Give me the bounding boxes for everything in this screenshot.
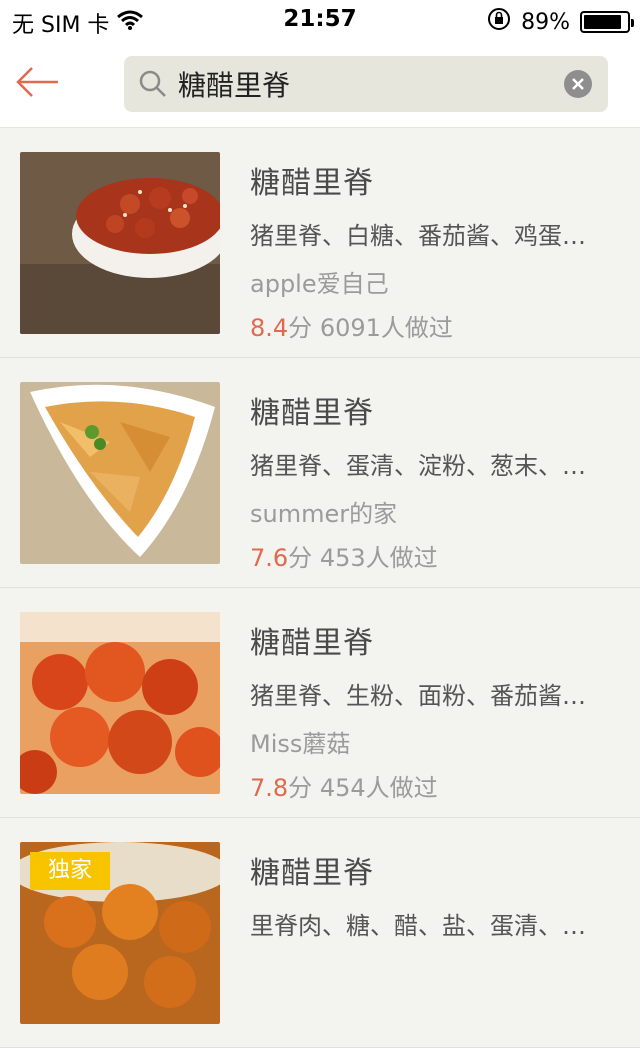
battery-icon — [580, 11, 634, 33]
recipe-item[interactable]: 糖醋里脊 猪里脊、白糖、番茄酱、鸡蛋、淀粉 apple爱自己 8.4分 6091… — [0, 128, 640, 358]
recipe-list: 糖醋里脊 猪里脊、白糖、番茄酱、鸡蛋、淀粉 apple爱自己 8.4分 6091… — [0, 128, 640, 1048]
back-button[interactable] — [16, 64, 60, 100]
recipe-item[interactable]: 糖醋里脊 猪里脊、蛋清、淀粉、葱末、姜末 summer的家 7.6分 453人做… — [0, 358, 640, 588]
recipe-ingredients: 猪里脊、蛋清、淀粉、葱末、姜末 — [250, 452, 600, 480]
recipe-author: apple爱自己 — [250, 270, 389, 298]
rotation-lock-icon — [487, 7, 511, 37]
score-unit: 分 — [288, 314, 313, 342]
recipe-title: 糖醋里脊 — [250, 626, 374, 661]
score-unit: 分 — [288, 774, 313, 802]
recipe-stats: 7.6分 453人做过 — [250, 538, 438, 573]
search-input[interactable] — [178, 64, 548, 104]
battery-level — [584, 15, 622, 29]
recipe-score: 7.8 — [250, 774, 289, 802]
recipe-title: 糖醋里脊 — [250, 856, 374, 891]
recipe-title: 糖醋里脊 — [250, 396, 374, 431]
recipe-ingredients: 猪里脊、白糖、番茄酱、鸡蛋、淀粉 — [250, 222, 600, 250]
recipe-thumbnail — [20, 382, 220, 564]
recipe-thumbnail: 独家 — [20, 842, 220, 1024]
clear-icon — [572, 78, 584, 90]
clear-search-button[interactable] — [564, 70, 592, 98]
search-icon — [138, 69, 168, 99]
battery-percent: 89% — [521, 9, 570, 35]
recipe-stats: 7.8分 454人做过 — [250, 768, 438, 803]
recipe-ingredients: 猪里脊、生粉、面粉、番茄酱、白糖 — [250, 682, 600, 710]
status-right: 89% — [487, 7, 634, 37]
recipe-thumbnail — [20, 612, 220, 794]
recipe-score: 8.4 — [250, 314, 289, 342]
recipe-stats: 8.4分 6091人做过 — [250, 308, 453, 343]
recipe-author: Miss蘑菇 — [250, 730, 351, 758]
recipe-thumbnail — [20, 152, 220, 334]
back-arrow-icon — [16, 67, 58, 97]
recipe-title: 糖醋里脊 — [250, 166, 374, 201]
recipe-item[interactable]: 糖醋里脊 猪里脊、生粉、面粉、番茄酱、白糖 Miss蘑菇 7.8分 454人做过 — [0, 588, 640, 818]
score-unit: 分 — [288, 544, 313, 572]
recipe-score: 7.6 — [250, 544, 289, 572]
recipe-author: summer的家 — [250, 500, 398, 528]
exclusive-badge: 独家 — [30, 852, 110, 890]
search-header — [0, 40, 640, 128]
status-bar: 无 SIM 卡 21:57 89% — [0, 0, 640, 40]
made-count: 453人做过 — [319, 544, 438, 572]
recipe-ingredients: 里脊肉、糖、醋、盐、蛋清、淀粉 — [250, 912, 600, 940]
made-count: 454人做过 — [319, 774, 438, 802]
made-count: 6091人做过 — [319, 314, 453, 342]
recipe-item[interactable]: 独家 糖醋里脊 里脊肉、糖、醋、盐、蛋清、淀粉 — [0, 818, 640, 1048]
search-box[interactable] — [124, 56, 608, 112]
